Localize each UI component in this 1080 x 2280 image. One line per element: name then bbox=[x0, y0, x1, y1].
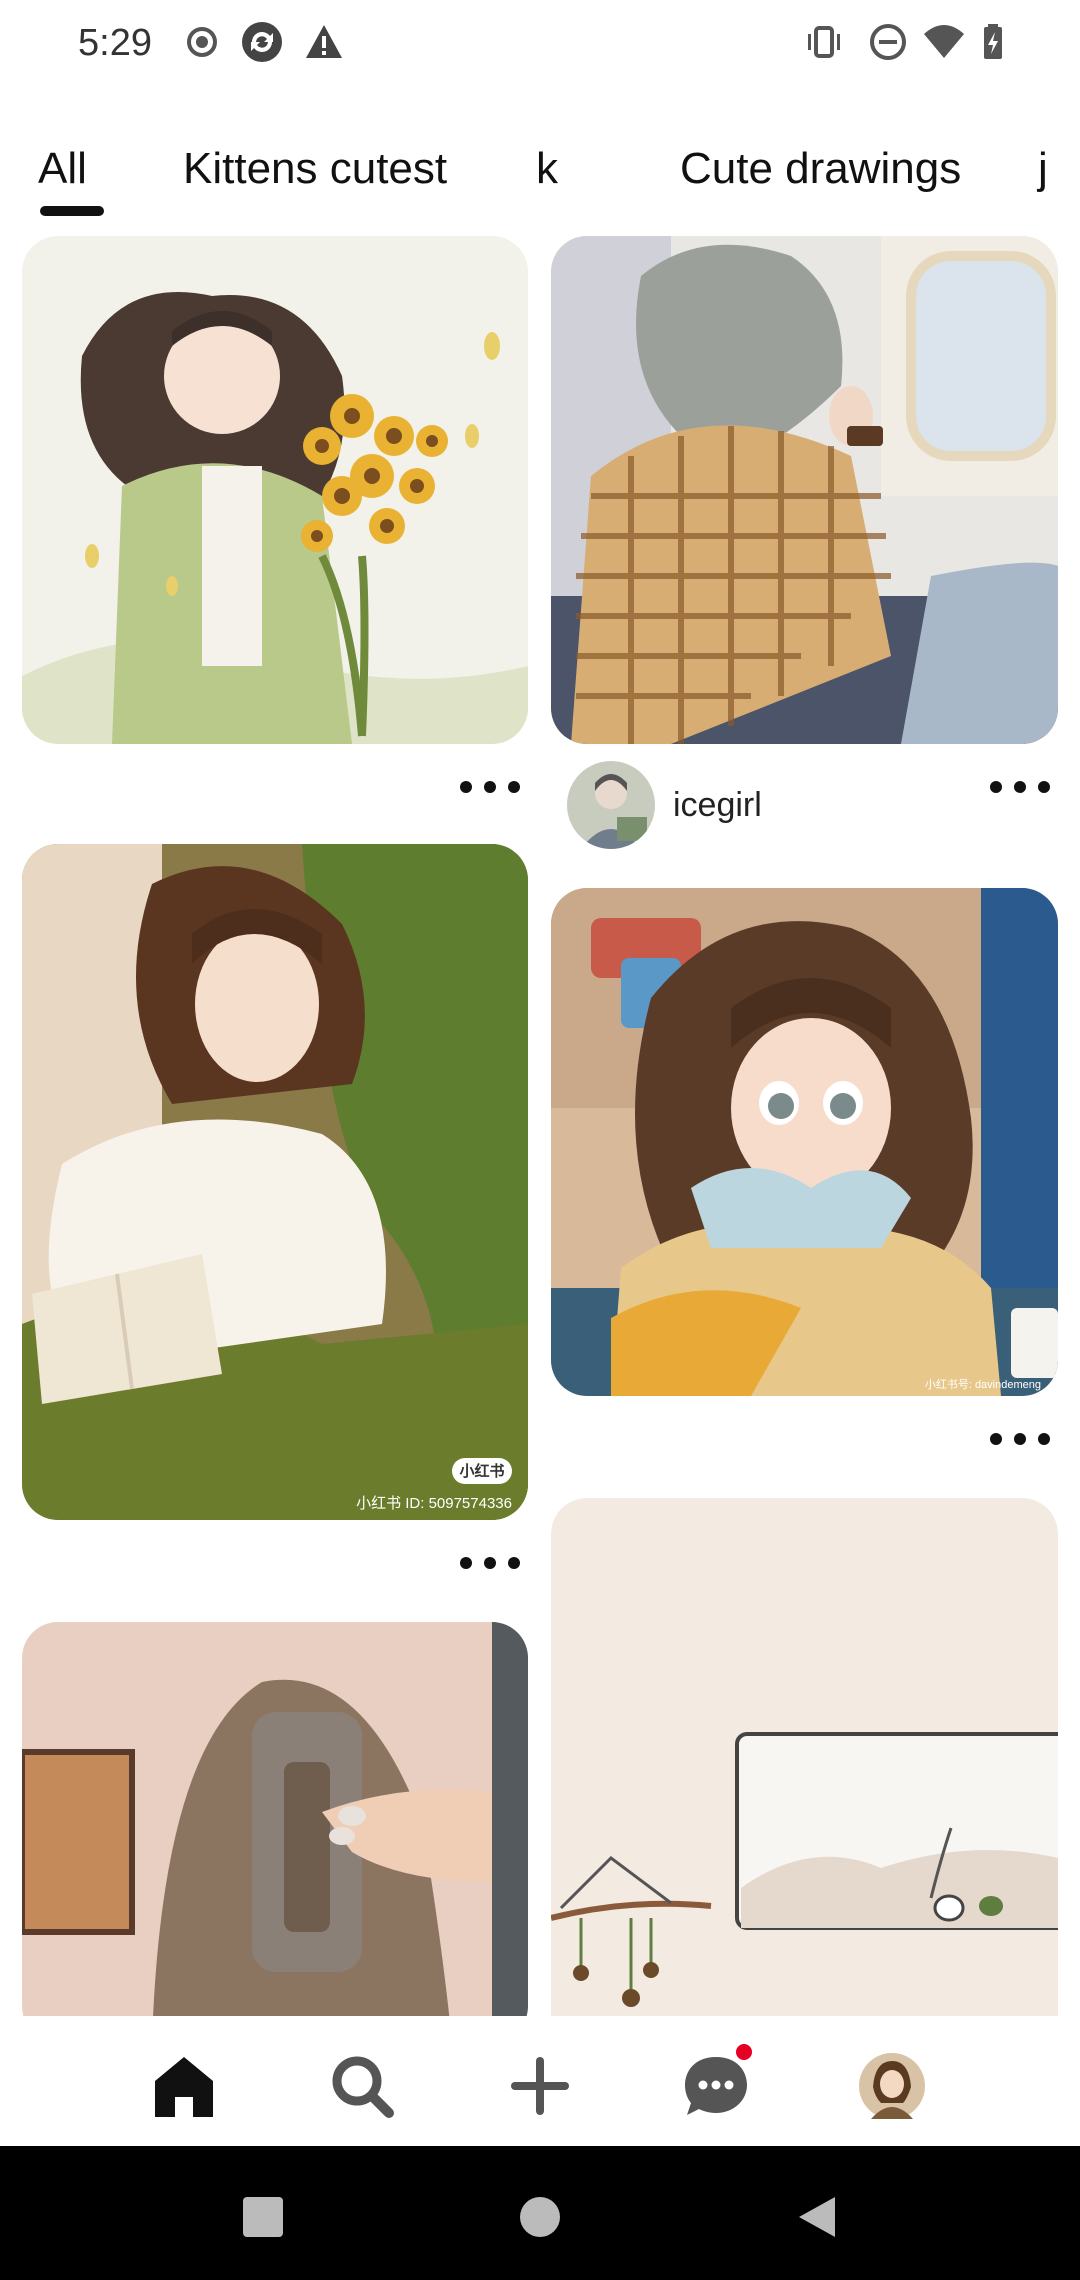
home-circle-icon[interactable] bbox=[505, 2182, 575, 2252]
tab-kittens-cutest[interactable]: Kittens cutest bbox=[183, 144, 447, 194]
pin-hair-clip-photo[interactable] bbox=[22, 1622, 528, 2016]
vibrate-icon bbox=[802, 20, 846, 64]
more-options-icon[interactable] bbox=[460, 772, 520, 802]
recents-icon[interactable] bbox=[228, 2182, 298, 2252]
more-options-icon[interactable] bbox=[460, 1548, 520, 1578]
warning-icon bbox=[302, 20, 346, 64]
home-icon[interactable] bbox=[144, 2046, 224, 2126]
watermark-badge: 小红书 bbox=[459, 1462, 504, 1480]
battery-charging-icon bbox=[972, 20, 1016, 64]
watermark-text: 小红书 ID: 5097574336 bbox=[356, 1495, 512, 1512]
creator-avatar[interactable] bbox=[567, 761, 655, 849]
profile-avatar[interactable] bbox=[852, 2046, 932, 2126]
pin-sunflower-girl[interactable] bbox=[22, 236, 528, 744]
system-nav-bar bbox=[0, 2146, 1080, 2280]
tab-k[interactable]: k bbox=[536, 144, 558, 194]
tab-all[interactable]: All bbox=[38, 144, 87, 194]
search-icon[interactable] bbox=[322, 2046, 402, 2126]
status-bar: 5:29 bbox=[0, 0, 1080, 90]
messages-icon[interactable] bbox=[676, 2044, 756, 2126]
record-icon bbox=[180, 20, 224, 64]
tab-selected-indicator bbox=[40, 206, 104, 216]
pin-creator[interactable]: icegirl bbox=[567, 760, 762, 850]
back-icon[interactable] bbox=[782, 2182, 852, 2252]
tab-cute-drawings[interactable]: Cute drawings bbox=[680, 144, 961, 194]
creator-name[interactable]: icegirl bbox=[673, 786, 762, 825]
pin-cafe-girl[interactable]: 小红书号: davindemeng bbox=[551, 888, 1058, 1396]
notification-dot bbox=[736, 2044, 752, 2060]
more-options-icon[interactable] bbox=[990, 1424, 1050, 1454]
pin-train-window-girl[interactable] bbox=[551, 236, 1058, 744]
status-time: 5:29 bbox=[78, 22, 152, 64]
pin-interior-drawing[interactable] bbox=[551, 1498, 1058, 2016]
create-icon[interactable] bbox=[500, 2046, 580, 2126]
wifi-icon bbox=[922, 20, 966, 64]
pin-reading-girl[interactable]: 小红书 小红书 ID: 5097574336 bbox=[22, 844, 528, 1520]
pin-feed[interactable]: icegirl 小红书 小红书 ID: 5097574336 小红书号: dav… bbox=[0, 236, 1080, 2016]
watermark-text: 小红书号: davindemeng bbox=[925, 1378, 1041, 1391]
sync-icon bbox=[240, 20, 284, 64]
do-not-disturb-icon bbox=[866, 20, 910, 64]
bottom-nav bbox=[0, 2016, 1080, 2146]
more-options-icon[interactable] bbox=[990, 772, 1050, 802]
board-tabs: All Kittens cutest k Cute drawings j bbox=[0, 130, 1080, 220]
tab-j[interactable]: j bbox=[1038, 144, 1048, 194]
